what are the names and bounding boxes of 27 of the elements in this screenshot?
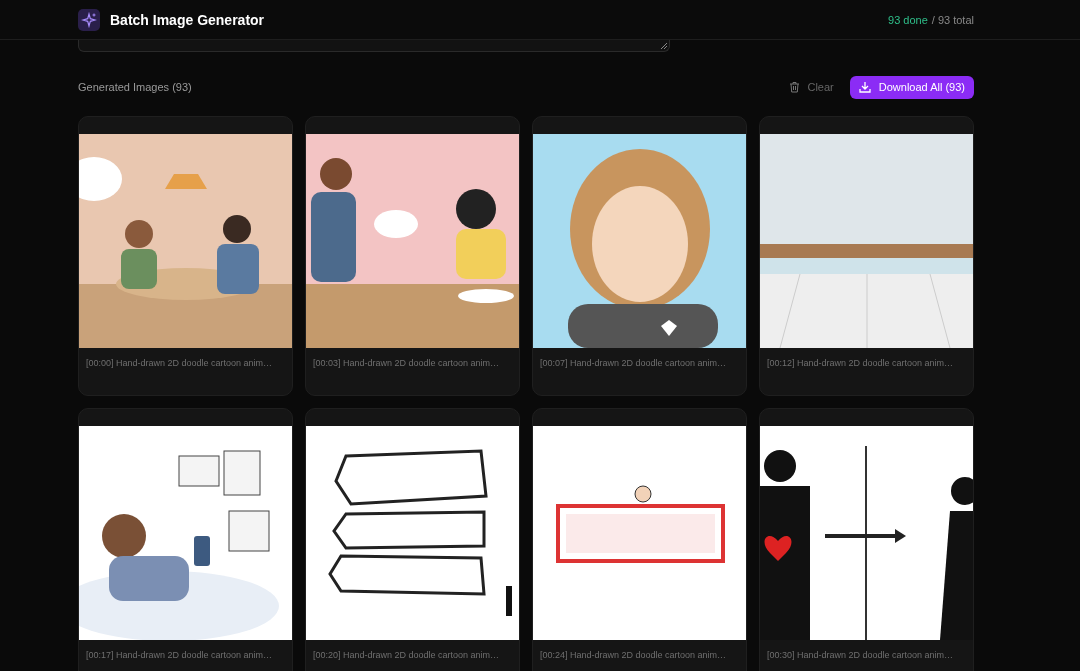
image-caption: [00:17] Hand-drawn 2D doodle cartoon anim… <box>85 649 274 660</box>
trash-icon <box>789 81 801 93</box>
total-count: / 93 total <box>931 13 974 26</box>
image-caption: [00:00] Hand-drawn 2D doodle cartoon anim… <box>85 357 274 368</box>
download-all-button[interactable]: Download All (93) <box>849 75 974 99</box>
image-caption: [00:03] Hand-drawn 2D doodle cartoon anim… <box>312 357 501 368</box>
image-caption: [00:20] Hand-drawn 2D doodle cartoon anim… <box>312 649 501 660</box>
prompt-field[interactable] <box>78 40 670 52</box>
download-icon <box>858 81 871 93</box>
image-card[interactable]: [00:12] Hand-drawn 2D doodle cartoon anim… <box>759 116 974 396</box>
image-card[interactable]: [00:07] Hand-drawn 2D doodle cartoon anim… <box>532 116 747 396</box>
image-card[interactable]: [00:00] Hand-drawn 2D doodle cartoon anim… <box>78 116 293 396</box>
image-caption: [00:12] Hand-drawn 2D doodle cartoon anim… <box>766 357 955 368</box>
resize-grip-icon[interactable] <box>661 43 667 49</box>
image-caption: [00:30] Hand-drawn 2D doodle cartoon anim… <box>766 649 955 660</box>
image-card[interactable]: [00:30] Hand-drawn 2D doodle cartoon anim… <box>759 408 974 671</box>
sparkle-icon <box>78 8 100 31</box>
image-card[interactable]: [00:17] Hand-drawn 2D doodle cartoon anim… <box>78 408 293 671</box>
done-count: 93 done <box>888 13 928 26</box>
clear-button[interactable]: Clear <box>783 77 840 97</box>
app-title: Batch Image Generator <box>110 11 265 28</box>
image-card[interactable]: [00:24] Hand-drawn 2D doodle cartoon anim… <box>532 408 747 671</box>
image-caption: [00:24] Hand-drawn 2D doodle cartoon anim… <box>539 649 728 660</box>
section-title: Generated Images (93) <box>78 81 192 93</box>
image-card[interactable]: [00:03] Hand-drawn 2D doodle cartoon anim… <box>305 116 520 396</box>
image-caption: [00:07] Hand-drawn 2D doodle cartoon anim… <box>539 357 728 368</box>
image-card[interactable]: [00:20] Hand-drawn 2D doodle cartoon anim… <box>305 408 520 671</box>
